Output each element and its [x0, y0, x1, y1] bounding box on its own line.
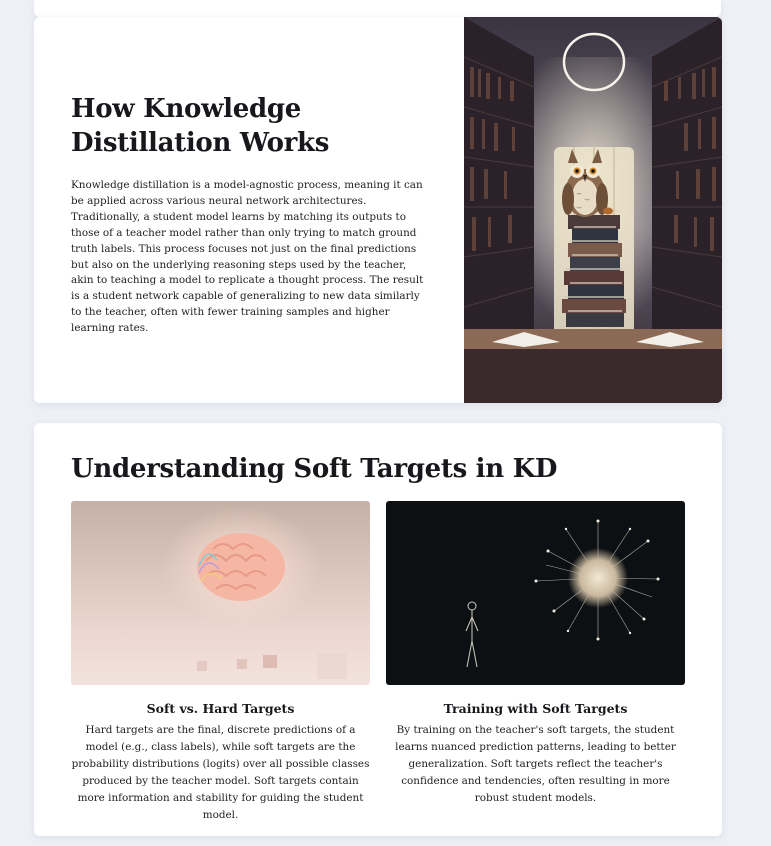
soft-targets-card: Understanding Soft Targets in KD Soft vs… [34, 423, 722, 836]
feature-title: Training with Soft Targets [443, 701, 628, 716]
card-text-column: How Knowledge Distillation Works Knowled… [71, 92, 429, 337]
previous-card-edge [34, 0, 721, 17]
feature-title: Soft vs. Hard Targets [146, 701, 295, 716]
title-line-2: Distillation Works [71, 128, 330, 158]
knowledge-distillation-card: How Knowledge Distillation Works Knowled… [34, 17, 722, 403]
feature-text: Hard targets are the final, discrete pre… [71, 724, 370, 821]
network-sphere-image [386, 501, 685, 685]
title-line-1: How Knowledge [71, 94, 301, 124]
section-title: Understanding Soft Targets in KD [71, 454, 558, 484]
feature-soft-vs-hard: Soft vs. Hard Targets Hard targets are t… [71, 501, 370, 824]
section-title: How Knowledge Distillation Works [71, 92, 429, 160]
owl-library-illustration [464, 17, 722, 403]
feature-text: By training on the teacher's soft target… [395, 724, 676, 804]
glowing-brain-image [71, 501, 370, 685]
section-paragraph: Knowledge distillation is a model-agnost… [71, 179, 424, 335]
feature-training-with-soft-targets: Training with Soft Targets By training o… [386, 501, 685, 807]
